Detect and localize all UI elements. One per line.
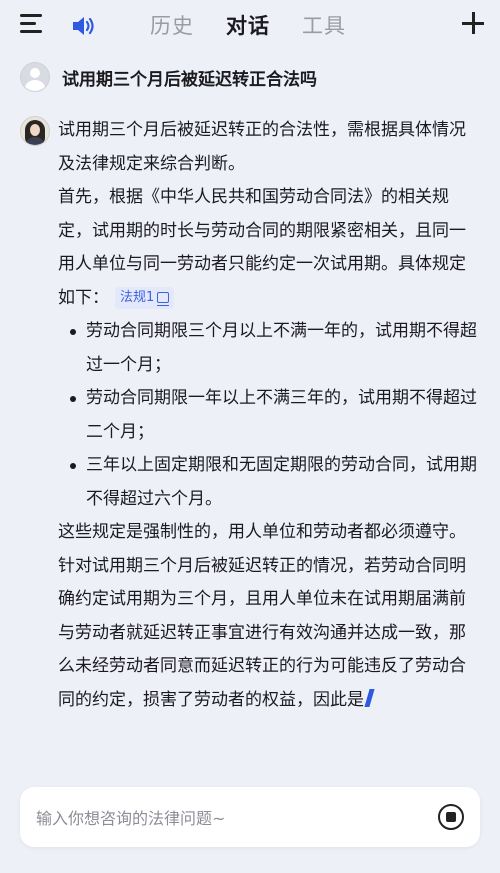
answer-paragraph-2: 这些规定是强制性的，用人单位和劳动者都必须遵守。 bbox=[58, 522, 466, 542]
tab-history[interactable]: 历史 bbox=[150, 10, 194, 40]
answer-paragraph-1: 首先，根据《中华人民共和国劳动合同法》的相关规定，试用期的时长与劳动合同的期限紧… bbox=[58, 181, 478, 315]
speaker-icon[interactable] bbox=[70, 13, 96, 39]
user-question: 试用期三个月后被延迟转正合法吗 bbox=[62, 69, 317, 90]
user-avatar bbox=[20, 62, 50, 92]
citation-link[interactable]: 法规1 bbox=[115, 286, 175, 309]
rules-list: 劳动合同期限三个月以上不满一年的，试用期不得超过一个月； 劳动合同期限一年以上不… bbox=[58, 315, 478, 516]
tab-tools[interactable]: 工具 bbox=[302, 10, 346, 40]
tab-bar: 历史 对话 工具 bbox=[150, 10, 346, 40]
list-item: 劳动合同期限一年以上不满三年的，试用期不得超过二个月； bbox=[70, 382, 478, 449]
answer-intro: 试用期三个月后被延迟转正的合法性，需根据具体情况及法律规定来综合判断。 bbox=[58, 120, 466, 174]
list-item: 三年以上固定期限和无固定期限的劳动合同，试用期不得超过六个月。 bbox=[70, 449, 478, 516]
document-icon bbox=[157, 292, 170, 306]
citation-label: 法规1 bbox=[120, 289, 155, 305]
menu-icon[interactable] bbox=[20, 14, 44, 36]
input-bar bbox=[20, 787, 480, 849]
tab-chat[interactable]: 对话 bbox=[226, 10, 270, 40]
assistant-avatar bbox=[20, 116, 50, 146]
question-input[interactable] bbox=[34, 787, 418, 849]
answer-paragraph-3-text: 针对试用期三个月后被延迟转正的情况，若劳动合同明确约定试用期为三个月，且用人单位… bbox=[58, 555, 466, 710]
list-item: 劳动合同期限三个月以上不满一年的，试用期不得超过一个月； bbox=[70, 315, 478, 382]
top-bar: 历史 对话 工具 bbox=[0, 0, 500, 52]
answer-paragraph-3: 针对试用期三个月后被延迟转正的情况，若劳动合同明确约定试用期为三个月，且用人单位… bbox=[58, 550, 478, 718]
assistant-answer: 试用期三个月后被延迟转正的合法性，需根据具体情况及法律规定来综合判断。 首先，根… bbox=[58, 114, 478, 717]
user-message: 试用期三个月后被延迟转正合法吗 bbox=[20, 62, 317, 92]
plus-icon[interactable] bbox=[462, 12, 484, 34]
typing-cursor bbox=[364, 688, 375, 707]
stop-icon[interactable] bbox=[438, 804, 464, 830]
